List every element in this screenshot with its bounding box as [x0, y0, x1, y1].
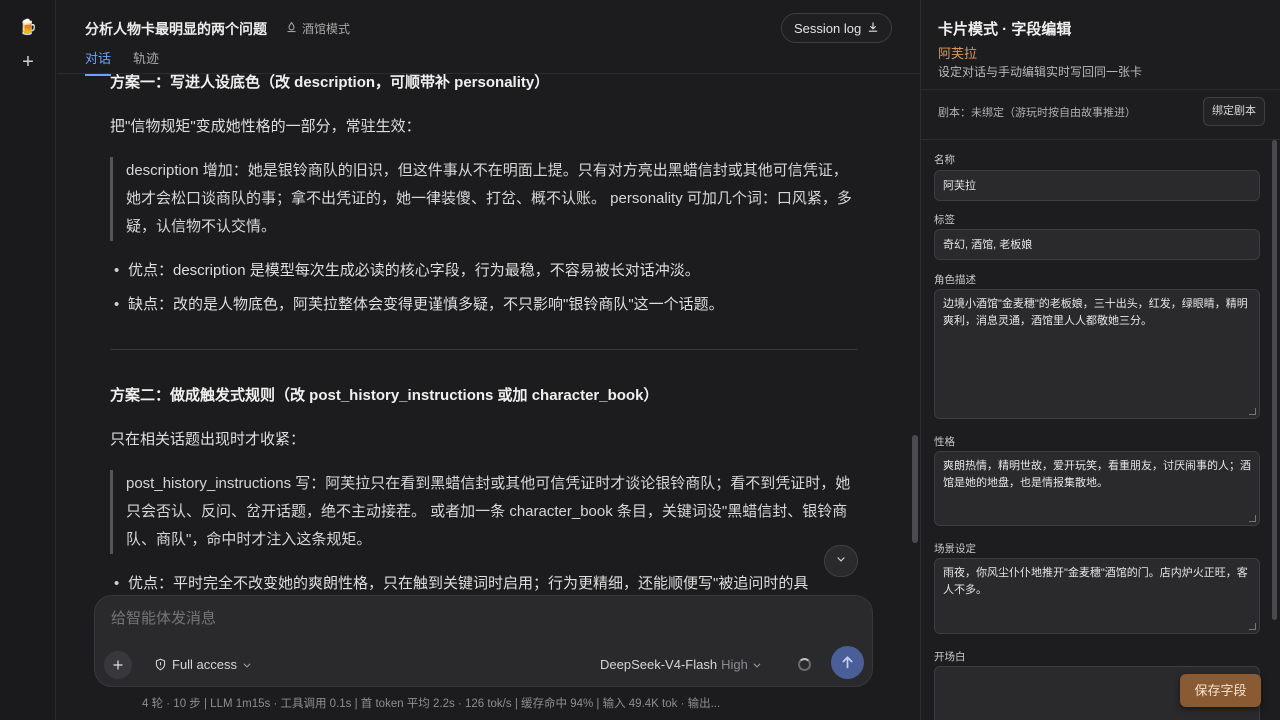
plan1-con: 缺点：改的是人物底色，阿芙拉整体会变得更谨慎多疑，不只影响"银铃商队"这一个话题…	[110, 291, 860, 319]
resize-handle[interactable]	[1249, 515, 1256, 522]
shield-icon	[155, 658, 166, 671]
plus-icon	[113, 660, 123, 670]
tavern-mode-icon	[285, 21, 298, 37]
personality-value: 爽朗热情，精明世故，爱开玩笑，看重朋友，讨厌闹事的人；酒馆是她的地盘，也是情报集…	[943, 460, 1251, 489]
plan1-heading: 方案一：写进人设底色（改 description，可顺带补 personalit…	[110, 74, 550, 91]
tavern-mode-label: 酒馆模式	[302, 22, 351, 36]
plan1-pro: 优点：description 是模型每次生成必读的核心字段，行为最稳，不容易被长…	[110, 257, 860, 285]
model-level: High	[721, 657, 748, 672]
plan2-intro: 只在相关话题出现时才收紧：	[110, 431, 306, 448]
bind-script-button[interactable]: 绑定剧本	[1203, 97, 1265, 126]
scenario-value: 雨夜，你风尘仆仆地推开"金麦穗"酒馆的门。店内炉火正旺，客人不多。	[943, 567, 1248, 596]
tags-field[interactable]: 奇幻, 酒馆, 老板娘	[934, 229, 1260, 260]
panel-divider	[921, 139, 1280, 140]
message-input[interactable]	[111, 610, 761, 627]
scroll-to-bottom-button[interactable]	[824, 545, 858, 577]
resize-handle[interactable]	[1249, 408, 1256, 415]
chevron-down-icon	[753, 662, 761, 668]
access-selector[interactable]: Full access	[154, 657, 252, 672]
scenario-label: 场景设定	[934, 543, 976, 555]
description-field[interactable]: 边境小酒馆"金麦穗"的老板娘，三十出头，红发，绿眼睛，精明爽利，消息灵通，酒馆里…	[934, 289, 1260, 419]
description-value: 边境小酒馆"金麦穗"的老板娘，三十出头，红发，绿眼睛，精明爽利，消息灵通，酒馆里…	[943, 298, 1248, 327]
arrow-up-icon	[842, 656, 853, 669]
beer-logo-icon[interactable]: 🍺	[18, 18, 38, 38]
section-divider	[110, 349, 858, 350]
send-button[interactable]	[831, 646, 864, 679]
chevron-down-icon	[243, 662, 251, 668]
personality-field[interactable]: 爽朗热情，精明世故，爱开玩笑，看重朋友，讨厌闹事的人；酒馆是她的地盘，也是情报集…	[934, 451, 1260, 526]
main-scrollbar[interactable]	[912, 435, 918, 543]
card-editor-panel: 卡片模式 · 字段编辑 阿芙拉 设定对话与手动编辑实时写回同一张卡 剧本：未绑定…	[920, 0, 1280, 720]
download-icon	[867, 21, 879, 36]
model-name: DeepSeek-V4-Flash	[600, 657, 718, 672]
plan1-quote: description 增加：她是银铃商队的旧识，但这件事从不在明面上提。只有对…	[110, 157, 858, 241]
panel-subtitle: 设定对话与手动编辑实时写回同一张卡	[938, 65, 1143, 79]
tab-bar: 对话 轨迹	[85, 48, 159, 76]
left-rail: 🍺 +	[0, 0, 56, 720]
panel-title: 卡片模式 · 字段编辑	[938, 21, 1072, 38]
character-name: 阿芙拉	[938, 46, 978, 61]
plan1-intro: 把"信物规矩"变成她性格的一部分，常驻生效：	[110, 118, 421, 135]
plan2-quote: post_history_instructions 写：阿芙拉只在看到黑蜡信封或…	[110, 470, 858, 554]
name-label: 名称	[934, 154, 955, 166]
scenario-field[interactable]: 雨夜，你风尘仆仆地推开"金麦穗"酒馆的门。店内炉火正旺，客人不多。	[934, 558, 1260, 634]
name-field[interactable]: 阿芙拉	[934, 170, 1260, 201]
script-status: 剧本：未绑定（游玩时按自由故事推进）	[938, 107, 1136, 119]
panel-divider	[921, 89, 1280, 90]
save-fields-button[interactable]: 保存字段	[1180, 674, 1261, 707]
session-log-label: Session log	[794, 20, 862, 36]
attach-button[interactable]	[104, 651, 132, 679]
plan2-pro: 优点：平时完全不改变她的爽朗性格，只在触到关键词时启用；行为更精细，还能顺便写"…	[110, 570, 860, 598]
tavern-mode-indicator[interactable]: 酒馆模式	[285, 20, 350, 37]
model-selector[interactable]: DeepSeek-V4-Flash High	[600, 657, 762, 672]
composer: Full access DeepSeek-V4-Flash High	[94, 595, 873, 687]
personality-label: 性格	[934, 436, 955, 448]
session-log-button[interactable]: Session log	[781, 13, 893, 43]
new-chat-button[interactable]: +	[18, 52, 38, 72]
stats-bar: 4 轮 · 10 步 | LLM 1m15s · 工具调用 0.1s | 首 t…	[142, 698, 721, 710]
description-label: 角色描述	[934, 274, 976, 286]
page-title: 分析人物卡最明显的两个问题	[85, 21, 267, 37]
tags-label: 标签	[934, 214, 955, 226]
resize-handle[interactable]	[1249, 623, 1256, 630]
main-area: 分析人物卡最明显的两个问题 酒馆模式 Session log 对话 轨迹 方案一…	[57, 0, 920, 720]
tab-trajectory[interactable]: 轨迹	[133, 48, 159, 76]
panel-scrollbar[interactable]	[1272, 140, 1277, 620]
greeting-label: 开场白	[934, 651, 966, 663]
message-content: 方案一：写进人设底色（改 description，可顺带补 personalit…	[110, 74, 860, 599]
chevron-down-icon	[837, 557, 845, 562]
tab-conversation[interactable]: 对话	[85, 48, 112, 76]
loading-spinner-icon	[798, 658, 811, 671]
access-label: Full access	[172, 657, 238, 672]
plan2-heading: 方案二：做成触发式规则（改 post_history_instructions …	[110, 387, 659, 404]
